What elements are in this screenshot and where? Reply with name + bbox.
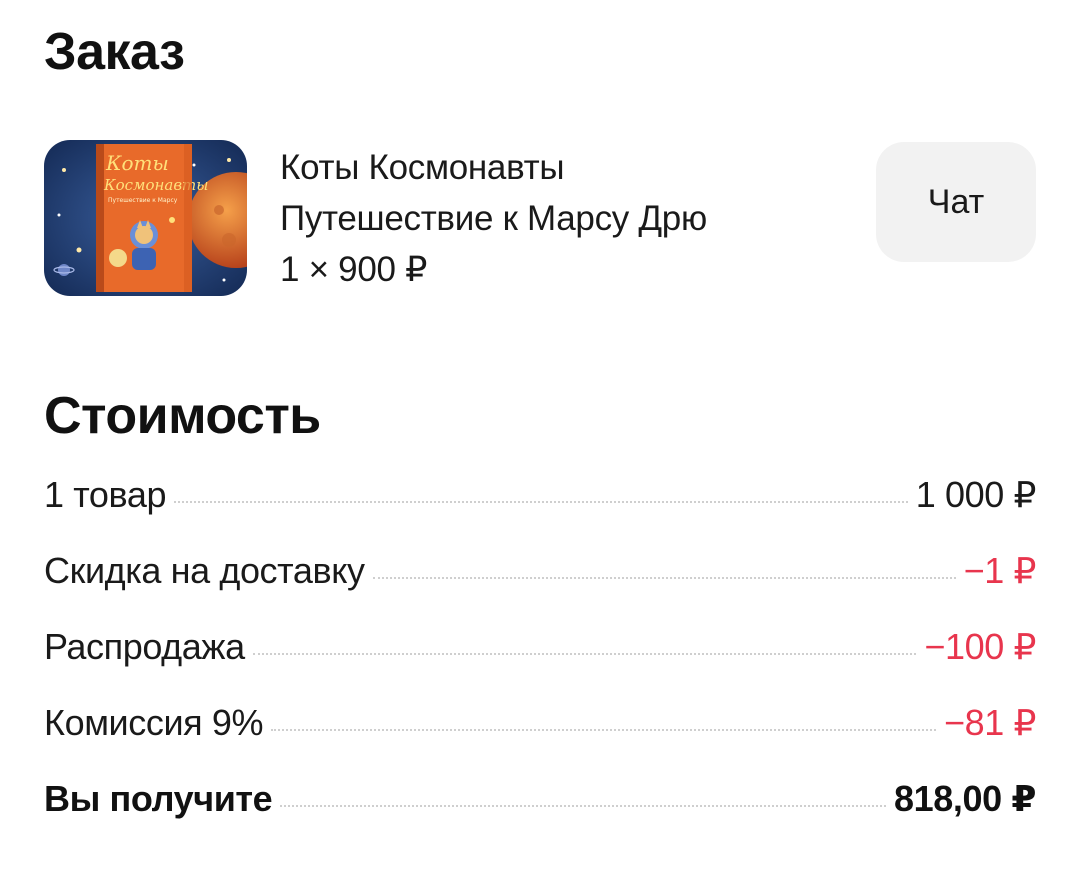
- total-label: Вы получите: [44, 778, 273, 819]
- cost-row-total: Вы получите 818,00 ₽: [44, 778, 1036, 854]
- cost-row-amount: 1 000 ₽: [915, 474, 1037, 515]
- cost-row-label: 1 товар: [44, 474, 167, 515]
- dotted-leader: [280, 805, 887, 807]
- cost-row-amount: −1 ₽: [963, 550, 1037, 591]
- cost-row-commission: Комиссия 9% −81 ₽: [44, 702, 1036, 778]
- cost-row-label: Скидка на доставку: [44, 550, 365, 591]
- svg-text:Космонавты: Космонавты: [103, 176, 209, 194]
- svg-text:Коты: Коты: [105, 151, 169, 175]
- cost-row-delivery-discount: Скидка на доставку −1 ₽: [44, 550, 1036, 626]
- cost-row-label: Распродажа: [44, 626, 245, 667]
- product-image[interactable]: Коты Космонавты Путешествие к Марсу: [44, 140, 247, 296]
- cost-row-items: 1 товар 1 000 ₽: [44, 474, 1036, 550]
- cost-title: Стоимость: [44, 387, 321, 445]
- order-item[interactable]: Коты Космонавты Путешествие к Марсу Коты…: [44, 140, 1036, 300]
- svg-text:Путешествие к Марсу: Путешествие к Марсу: [108, 197, 178, 204]
- dotted-leader: [252, 653, 917, 655]
- product-title-line2: Путешествие к Марсу Дрю: [280, 199, 707, 238]
- dotted-leader: [271, 729, 937, 731]
- dotted-leader: [372, 577, 956, 579]
- cost-breakdown: 1 товар 1 000 ₽ Скидка на доставку −1 ₽ …: [44, 474, 1036, 854]
- product-title-line1: Коты Космонавты: [280, 148, 565, 187]
- product-quantity-price: 1 × 900 ₽: [280, 250, 428, 289]
- cost-row-sale: Распродажа −100 ₽: [44, 626, 1036, 702]
- cost-row-amount: −100 ₽: [924, 626, 1036, 667]
- cost-row-label: Комиссия 9%: [44, 702, 264, 743]
- total-amount: 818,00 ₽: [894, 778, 1036, 819]
- order-title: Заказ: [44, 23, 185, 81]
- cost-row-amount: −81 ₽: [944, 702, 1036, 743]
- book-cover-image: Коты Космонавты Путешествие к Марсу: [44, 140, 247, 296]
- dotted-leader: [174, 501, 908, 503]
- chat-button[interactable]: Чат: [876, 142, 1036, 262]
- product-info[interactable]: Коты Космонавты Путешествие к Марсу Дрю …: [280, 142, 707, 295]
